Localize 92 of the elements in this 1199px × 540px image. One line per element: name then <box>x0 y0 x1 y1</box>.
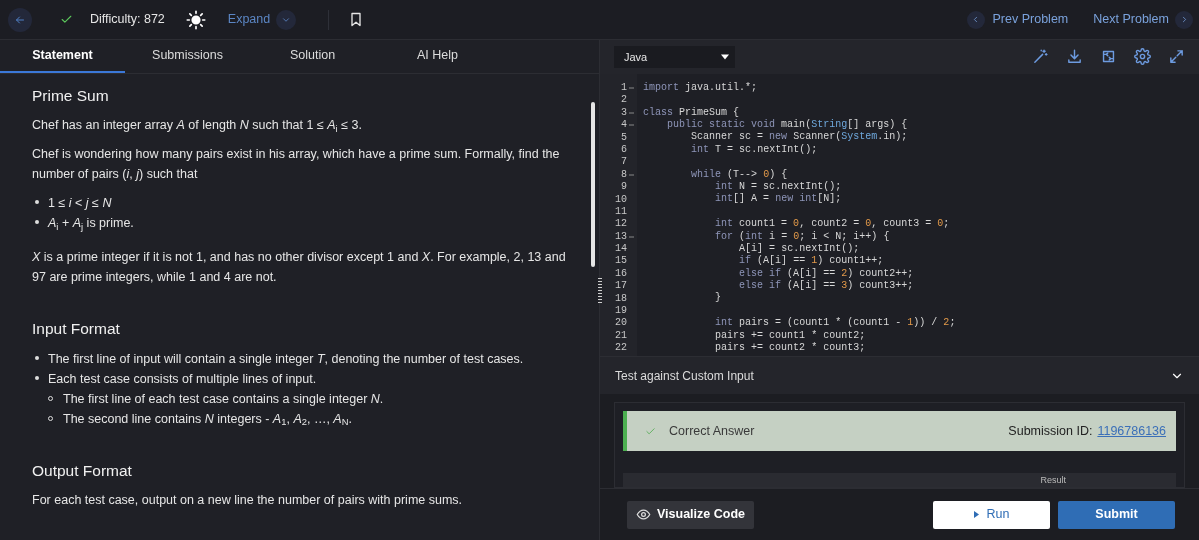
scrollbar-thumb[interactable] <box>591 102 595 267</box>
arrow-left-icon <box>14 13 26 26</box>
caret-down-icon <box>721 53 729 60</box>
sun-icon[interactable] <box>185 9 206 30</box>
tab[interactable]: Submissions <box>125 40 250 73</box>
visualize-code-button[interactable]: Visualize Code <box>627 500 754 529</box>
next-problem-link[interactable]: Next Problem <box>1093 10 1169 29</box>
line-number: 1 <box>621 82 627 94</box>
paragraph: Chef has an integer array A of length N such that 1 ≤ A$_{i}$ ≤ 3. <box>32 117 363 136</box>
line-number: 15 <box>615 255 627 268</box>
bullet-icon <box>35 200 39 205</box>
paragraph: For each test case, output on a new line the number of pairs with prime sums. <box>32 491 464 509</box>
run-button[interactable]: Run <box>933 500 1050 529</box>
list-item-text: The first line of each test case contains a single integer N. <box>63 390 384 408</box>
expand-button[interactable]: Expand <box>227 10 271 29</box>
checkmark-icon <box>645 425 656 437</box>
fold-marker-icon[interactable] <box>628 124 634 127</box>
line-number: 2 <box>621 94 627 107</box>
play-icon <box>973 511 979 519</box>
code-line: class PrimeSum { <box>643 106 741 119</box>
resize-handle[interactable] <box>598 278 602 304</box>
section-header[interactable]: Test against Custom Input <box>615 366 754 385</box>
fold-marker-icon[interactable] <box>628 111 634 114</box>
difficulty-label: Difficulty: 872 <box>90 11 165 29</box>
list-item-text: The second line contains N integers - A$_{1}$, A$_{2}$, …, A$_{N}$. <box>63 410 352 429</box>
line-number: 13 <box>615 230 627 243</box>
line-number: 22 <box>615 342 627 355</box>
section-heading: Output Format <box>32 460 133 481</box>
list-item-text: The first line of input will contain a single integer T, denoting the number of test cases. <box>48 350 524 368</box>
list-item-text: Each test case consists of multiple lines of input. <box>48 370 317 388</box>
list-item-text: A$_{i}$ + A$_{j}$ is prime. <box>48 215 134 234</box>
section-heading: Input Format <box>32 319 121 340</box>
line-number: 9 <box>621 181 627 194</box>
expand-toggle[interactable] <box>276 9 297 30</box>
magic-wand-icon[interactable] <box>1032 48 1049 66</box>
line-number: 17 <box>615 280 627 293</box>
line-number: 19 <box>615 305 627 318</box>
line-number: 16 <box>615 267 627 280</box>
fullscreen-icon[interactable] <box>1168 48 1185 66</box>
prev-problem-link[interactable]: Prev Problem <box>992 10 1069 29</box>
section-heading: Prime Sum <box>32 86 110 106</box>
code-line: pairs += count2 * count3; <box>714 342 867 355</box>
fold-marker-icon[interactable] <box>628 173 634 176</box>
eye-icon <box>636 507 651 523</box>
code-line: else if (A[i] == 3) count3++; <box>738 280 915 293</box>
line-number: 21 <box>615 329 627 342</box>
code-line: public static void main(String[] args) { <box>666 119 909 131</box>
back-button[interactable] <box>8 7 32 32</box>
status-text: Correct Answer <box>669 422 755 440</box>
code-line: if (A[i] == 1) count1++; <box>738 255 885 268</box>
fold-marker-icon[interactable] <box>628 235 634 238</box>
settings-icon[interactable] <box>1134 48 1151 66</box>
line-number: 7 <box>621 156 627 169</box>
line-number: 11 <box>615 205 627 218</box>
bullet-icon <box>35 355 39 360</box>
list-item-text: 1 ≤ i < j ≤ N <box>48 195 112 213</box>
bullet-icon <box>35 375 39 380</box>
line-number: 18 <box>615 292 627 305</box>
code-line: Scanner sc = new Scanner(System.in); <box>690 131 909 144</box>
code-line: int[] A = new int[N]; <box>714 193 843 206</box>
code-line: pairs += count1 * count2; <box>714 329 867 342</box>
submit-button[interactable]: Submit <box>1058 500 1175 529</box>
code-line: else if (A[i] == 2) count2++; <box>738 267 915 280</box>
code-line: int T = sc.nextInt(); <box>690 143 819 157</box>
paragraph: X is a prime integer if it is not 1, and has no other divisor except 1 and X. For example, 2, 13 and 97 are prime integers, while 1 and 4 are not. <box>32 249 567 287</box>
download-icon[interactable] <box>1066 48 1083 66</box>
code-line: import java.util.*; <box>643 81 759 95</box>
code-line: } <box>714 292 723 305</box>
column-header: Result <box>1040 474 1066 488</box>
line-number: 3 <box>621 106 627 119</box>
line-number: 14 <box>615 243 627 256</box>
line-number: 10 <box>615 193 627 206</box>
line-number: 4 <box>621 119 627 132</box>
tab[interactable]: Solution <box>250 40 375 73</box>
line-number: 12 <box>615 218 627 231</box>
fold-marker-icon[interactable] <box>628 86 634 89</box>
tab[interactable]: Statement <box>0 40 125 73</box>
code-line: int count1 = 0, count2 = 0, count3 = 0; <box>714 218 951 231</box>
submission-label: Submission ID: <box>1008 422 1093 440</box>
code-line: for (int i = 0; i < N; i++) { <box>714 230 891 243</box>
line-number: 8 <box>621 168 627 181</box>
line-number: 6 <box>621 143 627 156</box>
bullet-icon <box>35 220 39 225</box>
language-dropdown[interactable]: Java <box>614 45 735 68</box>
code-line: int N = sc.nextInt(); <box>714 180 843 193</box>
code-line: int pairs = (count1 * (count1 - 1)) / 2; <box>714 317 957 330</box>
paragraph: Chef is wondering how many pairs exist in his array, which have a prime sum. Formally, find the number of pairs (i, j) such that <box>32 146 561 184</box>
tab[interactable]: AI Help <box>375 40 500 73</box>
code-line: while (T--> 0) { <box>690 168 789 181</box>
code-line: A[i] = sc.nextInt(); <box>738 242 861 255</box>
line-number: 20 <box>615 317 627 330</box>
line-number: 5 <box>621 131 627 144</box>
